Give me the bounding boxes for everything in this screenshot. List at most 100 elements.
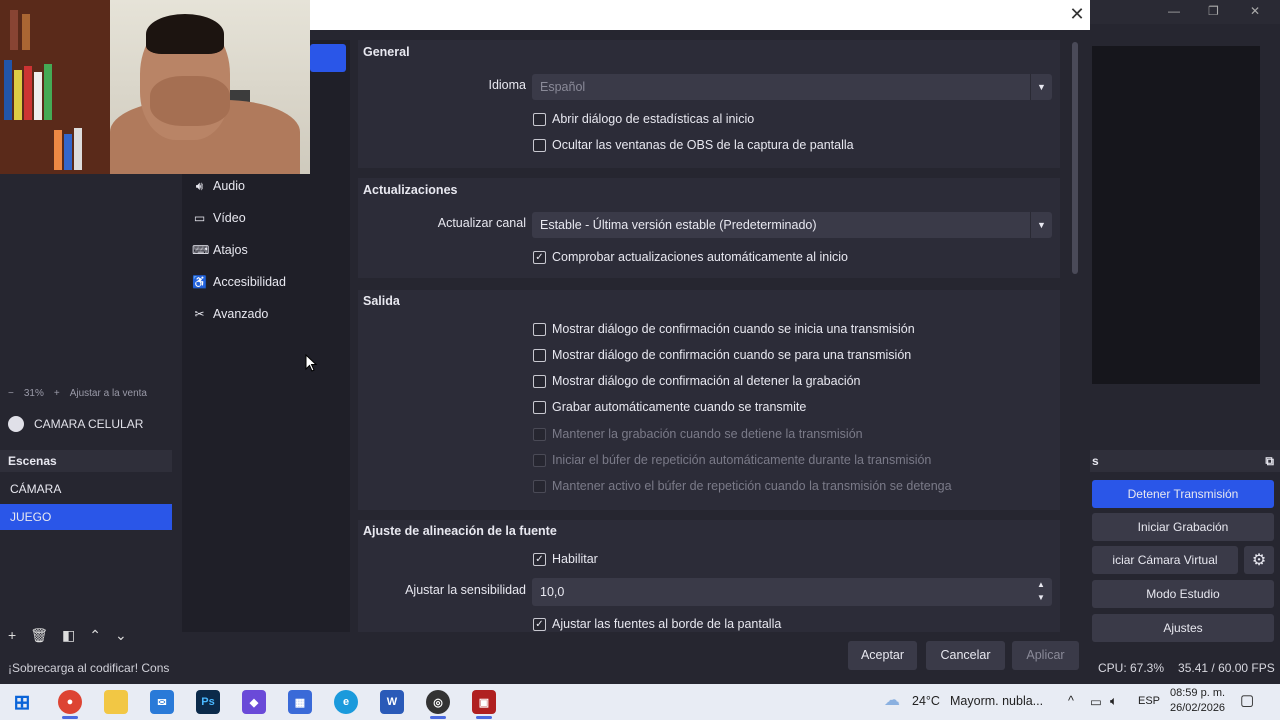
preview-area (0, 174, 172, 384)
nav-item-audio[interactable]: 🔊︎ Audio (192, 174, 245, 198)
monitor-icon: ▭ (193, 211, 206, 225)
cancel-button[interactable]: Cancelar (926, 641, 1005, 670)
close-icon[interactable]: ✕ (1068, 4, 1086, 24)
obs-icon[interactable]: ◎ (426, 690, 450, 714)
snapping-enable-checkbox[interactable]: ✓ Habilitar (533, 550, 598, 568)
scenes-header: Escenas (0, 450, 172, 472)
chevron-up-icon[interactable]: ^ (1068, 694, 1074, 708)
language-select[interactable]: Español ▼ (532, 74, 1052, 100)
scene-item-camara[interactable]: CÁMARA (0, 476, 172, 502)
spin-arrows-icon[interactable]: ▲ ▼ (1030, 578, 1052, 606)
speaker-muted-icon[interactable]: 🔈︎ (1110, 694, 1118, 709)
file-explorer-icon[interactable] (104, 690, 128, 714)
source-name: CAMARA CELULAR (34, 417, 144, 431)
sensitivity-label: Ajustar la sensibilidad (405, 583, 526, 597)
update-channel-label: Actualizar canal (437, 216, 526, 230)
source-item[interactable]: CAMARA CELULAR (0, 410, 172, 438)
cpu-usage: CPU: 67.3% (1098, 661, 1165, 675)
confirm-stop-record-checkbox[interactable]: Mostrar diálogo de confirmación al deten… (533, 372, 861, 390)
dialog-titlebar (310, 0, 1090, 30)
edge-icon[interactable]: e (334, 690, 358, 714)
nav-item-hotkeys[interactable]: ⌨ Atajos (192, 238, 248, 262)
network-icon[interactable]: ▭ (1090, 694, 1102, 709)
obs-titlebar: — ❐ ✕ (1090, 0, 1280, 24)
mouse-cursor-icon (305, 354, 318, 372)
weather-temp[interactable]: 24°C (912, 694, 940, 708)
replay-buffer-keep-checkbox: Mantener activo el búfer de repetición c… (533, 477, 952, 495)
weather-desc[interactable]: Mayorm. nubla... (950, 694, 1043, 708)
fps-readout: 35.41 / 60.00 FPS (1178, 661, 1275, 675)
nav-item-video[interactable]: ▭ Vídeo (192, 206, 246, 230)
word-icon[interactable]: W (380, 690, 404, 714)
start-recording-button[interactable]: Iniciar Grabación (1092, 513, 1274, 541)
nav-item-general[interactable] (310, 44, 346, 72)
photoshop-icon[interactable]: Ps (196, 690, 220, 714)
chrome-icon[interactable]: ● (58, 690, 82, 714)
language-label: Idioma (488, 78, 526, 92)
move-up-icon[interactable]: ⌃ (89, 627, 101, 644)
trash-icon[interactable]: 🗑 (30, 627, 48, 644)
game-icon[interactable]: ▣ (472, 690, 496, 714)
add-icon[interactable]: + (8, 627, 16, 643)
open-stats-checkbox[interactable]: Abrir diálogo de estadísticas al inicio (533, 110, 754, 128)
output-title: Salida (363, 294, 400, 308)
confirm-start-stream-checkbox[interactable]: Mostrar diálogo de confirmación cuando s… (533, 320, 915, 338)
general-title: General (363, 45, 410, 59)
accessibility-icon: ♿ (192, 275, 207, 289)
camera-source-icon (8, 416, 24, 432)
clock[interactable]: 08:59 p. m. 26/02/2026 (1170, 686, 1225, 716)
snap-edges-checkbox[interactable]: ✓ Ajustar las fuentes al borde de la pant… (533, 615, 781, 633)
mail-icon[interactable]: ✉ (150, 690, 174, 714)
speaker-icon: 🔊︎ (195, 178, 204, 193)
webcam-overlay (0, 0, 310, 174)
zoom-out-button[interactable]: − (8, 388, 14, 399)
stats-bar: CPU: 67.3% 35.41 / 60.00 FPS (1098, 661, 1275, 675)
ok-button[interactable]: Aceptar (848, 641, 917, 670)
nav-item-advanced[interactable]: ✂ Avanzado (192, 302, 268, 326)
zoom-in-button[interactable]: + (54, 388, 60, 399)
zoom-level: 31% (23, 387, 44, 399)
controls-header: s ⧉ (1090, 450, 1280, 472)
taskbar (0, 684, 1280, 720)
notifications-icon[interactable]: ▢ (1240, 691, 1254, 709)
hide-windows-checkbox[interactable]: Ocultar las ventanas de OBS de la captur… (533, 136, 854, 154)
restore-icon[interactable]: ❐ (1208, 4, 1219, 18)
nav-item-accessibility[interactable]: ♿ Accesibilidad (192, 270, 286, 294)
chevron-down-icon: ▼ (1030, 74, 1052, 100)
stop-stream-button[interactable]: Detener Transmisión (1092, 480, 1274, 508)
cloud-icon[interactable]: ☁ (884, 690, 900, 710)
confirm-stop-stream-checkbox[interactable]: Mostrar diálogo de confirmación cuando s… (533, 346, 911, 364)
virtual-camera-button[interactable]: iciar Cámara Virtual (1092, 546, 1238, 574)
snapping-title: Ajuste de alineación de la fuente (363, 524, 557, 538)
studio-mode-button[interactable]: Modo Estudio (1092, 580, 1274, 608)
replay-buffer-start-checkbox: Iniciar el búfer de repetición automátic… (533, 451, 931, 469)
status-message: ¡Sobrecarga al codificar! Cons (8, 661, 170, 675)
scene-item-juego[interactable]: JUEGO (0, 504, 172, 530)
scene-toolbar: + 🗑 ◧ ⌃ ⌄ (0, 624, 172, 646)
update-channel-select[interactable]: Estable - Última versión estable (Predet… (532, 212, 1052, 238)
zoom-fit-button[interactable]: Ajustar a la venta (70, 388, 147, 399)
settings-button[interactable]: Ajustes (1092, 614, 1274, 642)
apply-button[interactable]: Aplicar (1012, 641, 1079, 670)
updates-title: Actualizaciones (363, 183, 458, 197)
close-window-icon[interactable]: ✕ (1250, 4, 1260, 18)
chevron-down-icon: ▼ (1030, 212, 1052, 238)
auto-record-checkbox[interactable]: Grabar automáticamente cuando se transmi… (533, 398, 806, 416)
store-icon[interactable]: ▦ (288, 690, 312, 714)
filter-icon[interactable]: ◧ (62, 627, 75, 644)
move-down-icon[interactable]: ⌄ (115, 627, 127, 644)
dock-icon[interactable]: ⧉ (1265, 450, 1274, 472)
input-language[interactable]: ESP (1138, 695, 1160, 707)
gear-icon[interactable]: ⚙ (1244, 546, 1274, 574)
program-preview (1092, 46, 1260, 384)
check-updates-checkbox[interactable]: ✓ Comprobar actualizaciones automáticamen… (533, 248, 848, 266)
clipchamp-icon[interactable]: ◆ (242, 690, 266, 714)
windows-start-icon[interactable]: ⊞ (10, 690, 34, 714)
tools-icon: ✂ (194, 307, 205, 321)
bookshelf-image (0, 0, 110, 174)
keep-recording-checkbox: Mantener la grabación cuando se detiene … (533, 425, 863, 443)
minimize-icon[interactable]: — (1168, 4, 1180, 18)
sensitivity-spinbox[interactable]: 10,0 ▲ ▼ (532, 578, 1052, 606)
keyboard-icon: ⌨ (192, 243, 210, 257)
settings-scrollbar[interactable] (1072, 42, 1078, 274)
